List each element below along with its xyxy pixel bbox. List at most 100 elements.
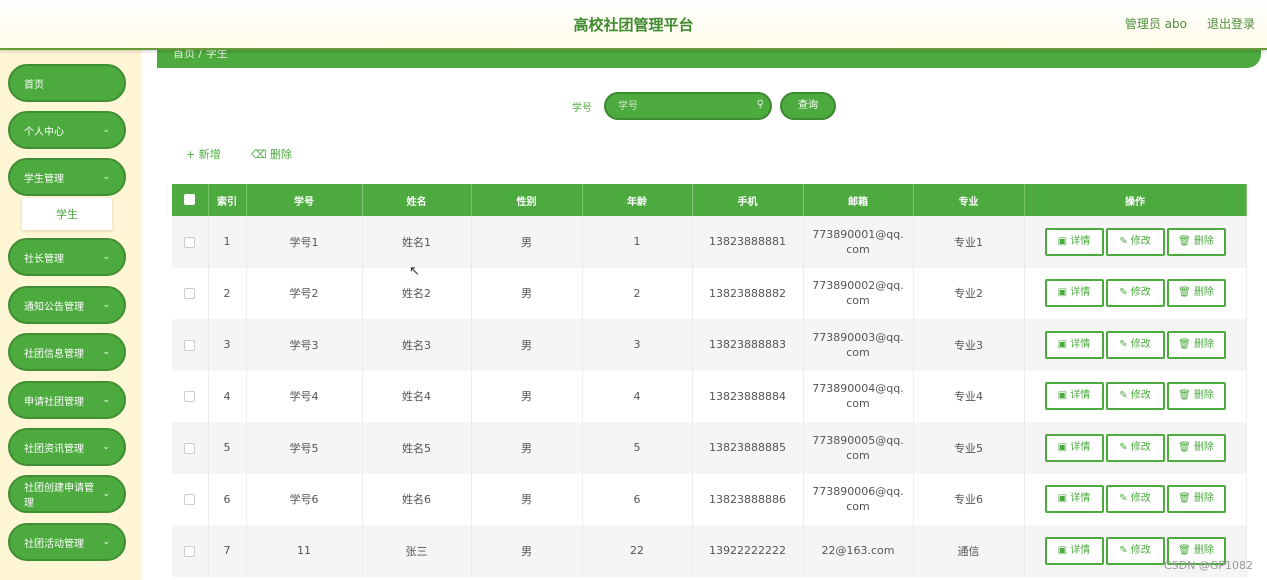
- edit-button[interactable]: ✎ 修改: [1105, 433, 1165, 462]
- logout-link[interactable]: 退出登录: [1207, 15, 1255, 32]
- column-header: 操作: [1024, 184, 1247, 216]
- edit-button[interactable]: ✎ 修改: [1105, 279, 1165, 308]
- delete-button[interactable]: 🗑 删除: [1166, 485, 1226, 514]
- detail-button[interactable]: ▣ 详情: [1044, 485, 1104, 514]
- cell-index: 3: [208, 319, 247, 371]
- cell-age: 2: [582, 267, 693, 319]
- row-checkbox[interactable]: [184, 339, 196, 351]
- edit-button[interactable]: ✎ 修改: [1105, 330, 1165, 359]
- edit-button[interactable]: ✎ 修改: [1105, 485, 1165, 514]
- cell-actions: ▣ 详情 ✎ 修改 🗑 删除: [1024, 319, 1247, 371]
- cell-major: 通信: [913, 525, 1025, 577]
- submenu-item-student[interactable]: 学生: [22, 198, 112, 230]
- table-row: 1 学号1 姓名1 男 1 13823888881 773890001@qq.com 专业1 ▣…: [172, 216, 1247, 268]
- sidebar-item-club-creation-management[interactable]: 社团创建申请管理 ⌄: [8, 475, 126, 513]
- sidebar-item-president-management[interactable]: 社长管理 ⌄: [8, 238, 126, 276]
- row-checkbox[interactable]: [184, 391, 196, 403]
- cell-name: 姓名4: [362, 370, 472, 422]
- sidebar-item-student-management[interactable]: 学生管理 ⌄: [8, 158, 126, 196]
- sidebar-item-label: 社团资讯管理: [24, 443, 84, 455]
- row-checkbox[interactable]: [184, 442, 196, 454]
- row-select-cell[interactable]: [172, 370, 209, 422]
- cell-email: 773890006@qq.com: [812, 485, 904, 514]
- row-checkbox[interactable]: [184, 236, 196, 248]
- edit-button[interactable]: ✎ 修改: [1105, 227, 1165, 256]
- delete-button[interactable]: 🗑 删除: [1166, 330, 1226, 359]
- sidebar-item-label: 学生管理: [24, 173, 64, 185]
- cell-actions: ▣ 详情 ✎ 修改 🗑 删除: [1024, 216, 1247, 268]
- row-checkbox[interactable]: [184, 494, 196, 506]
- cell-index: 4: [208, 370, 247, 422]
- row-select-cell[interactable]: [172, 216, 209, 268]
- detail-button[interactable]: ▣ 详情: [1044, 536, 1104, 565]
- row-select-cell[interactable]: [172, 422, 209, 474]
- cell-student-id: 学号5: [246, 422, 363, 474]
- column-header: 手机: [692, 184, 804, 216]
- column-header: 姓名: [362, 184, 472, 216]
- cell-student-id: 11: [246, 525, 363, 577]
- select-all-checkbox[interactable]: [184, 194, 196, 206]
- cell-gender: 男: [471, 216, 583, 268]
- table-row: 2 学号2 姓名2 男 2 13823888882 773890002@qq.com 专业2 ▣…: [172, 267, 1247, 319]
- sidebar-item-home[interactable]: 首页: [8, 64, 126, 102]
- sidebar-item-notice-management[interactable]: 通知公告管理 ⌄: [8, 286, 126, 324]
- sidebar-item-club-news-management[interactable]: 社团资讯管理 ⌄: [8, 428, 126, 466]
- cell-major: 专业5: [913, 422, 1025, 474]
- row-select-cell[interactable]: [172, 525, 209, 577]
- query-button[interactable]: 查询: [780, 92, 836, 120]
- detail-button[interactable]: ▣ 详情: [1044, 433, 1104, 462]
- delete-button[interactable]: 🗑 删除: [1166, 382, 1226, 411]
- search-field[interactable]: ⚲: [604, 92, 772, 120]
- edit-button[interactable]: ✎ 修改: [1105, 536, 1165, 565]
- cell-actions: ▣ 详情 ✎ 修改 🗑 删除: [1024, 422, 1247, 474]
- cell-gender: 男: [471, 525, 583, 577]
- watermark: CSDN @GP1082: [1163, 559, 1253, 572]
- batch-delete-button[interactable]: ⌫ 删除: [251, 146, 292, 162]
- app-title: 高校社团管理平台: [573, 16, 694, 34]
- sidebar-item-club-info-management[interactable]: 社团信息管理 ⌄: [8, 333, 126, 371]
- row-checkbox[interactable]: [184, 288, 196, 300]
- row-select-cell[interactable]: [172, 319, 209, 371]
- sidebar-item-club-application-management[interactable]: 申请社团管理 ⌄: [8, 381, 126, 419]
- column-header: 专业: [913, 184, 1025, 216]
- search-input[interactable]: [606, 94, 746, 119]
- cell-index: 6: [208, 473, 247, 525]
- detail-button[interactable]: ▣ 详情: [1044, 382, 1104, 411]
- table-row: 4 学号4 姓名4 男 4 13823888884 773890004@qq.com 专业4 ▣…: [172, 370, 1247, 422]
- column-header: 年龄: [582, 184, 693, 216]
- cell-email: 773890001@qq.com: [812, 227, 904, 256]
- delete-button[interactable]: 🗑 删除: [1166, 433, 1226, 462]
- chevron-down-icon: ⌄: [102, 442, 110, 452]
- sidebar-item-label: 个人中心: [24, 126, 64, 138]
- chevron-down-icon: ⌄: [102, 300, 110, 310]
- sidebar-item-club-activity-management[interactable]: 社团活动管理 ⌄: [8, 523, 126, 561]
- select-all-header[interactable]: [172, 184, 209, 216]
- cell-email: 773890004@qq.com: [812, 382, 904, 411]
- sidebar-item-personal-center[interactable]: 个人中心 ⌄: [8, 111, 126, 149]
- add-button[interactable]: + 新增: [186, 146, 221, 162]
- cell-actions: ▣ 详情 ✎ 修改 🗑 删除: [1024, 267, 1247, 319]
- cell-email-wrap: 773890006@qq.com: [803, 473, 914, 525]
- sidebar-item-label: 社团创建申请管理: [24, 483, 94, 509]
- row-select-cell[interactable]: [172, 473, 209, 525]
- sidebar-item-label: 申请社团管理: [24, 396, 84, 408]
- row-checkbox[interactable]: [184, 545, 196, 557]
- cell-index: 2: [208, 267, 247, 319]
- detail-button[interactable]: ▣ 详情: [1044, 227, 1104, 256]
- cell-major: 专业3: [913, 319, 1025, 371]
- chevron-down-icon: ⌄: [102, 347, 110, 357]
- cell-email-wrap: 773890004@qq.com: [803, 370, 914, 422]
- detail-button[interactable]: ▣ 详情: [1044, 279, 1104, 308]
- sidebar: 首页 个人中心 ⌄ 学生管理 ⌄ 学生 社长管理 ⌄ 通知公告管理 ⌄ 社团信息…: [0, 50, 142, 580]
- admin-user-label: 管理员 abo: [1124, 17, 1187, 31]
- cell-email: 773890002@qq.com: [812, 279, 904, 308]
- row-select-cell[interactable]: [172, 267, 209, 319]
- cell-age: 22: [582, 525, 693, 577]
- detail-button[interactable]: ▣ 详情: [1044, 330, 1104, 359]
- edit-button[interactable]: ✎ 修改: [1105, 382, 1165, 411]
- delete-button[interactable]: 🗑 删除: [1166, 227, 1226, 256]
- sidebar-item-label: 社团活动管理: [24, 538, 84, 550]
- delete-button[interactable]: 🗑 删除: [1166, 279, 1226, 308]
- cell-major: 专业6: [913, 473, 1025, 525]
- cell-name: 姓名3: [362, 319, 472, 371]
